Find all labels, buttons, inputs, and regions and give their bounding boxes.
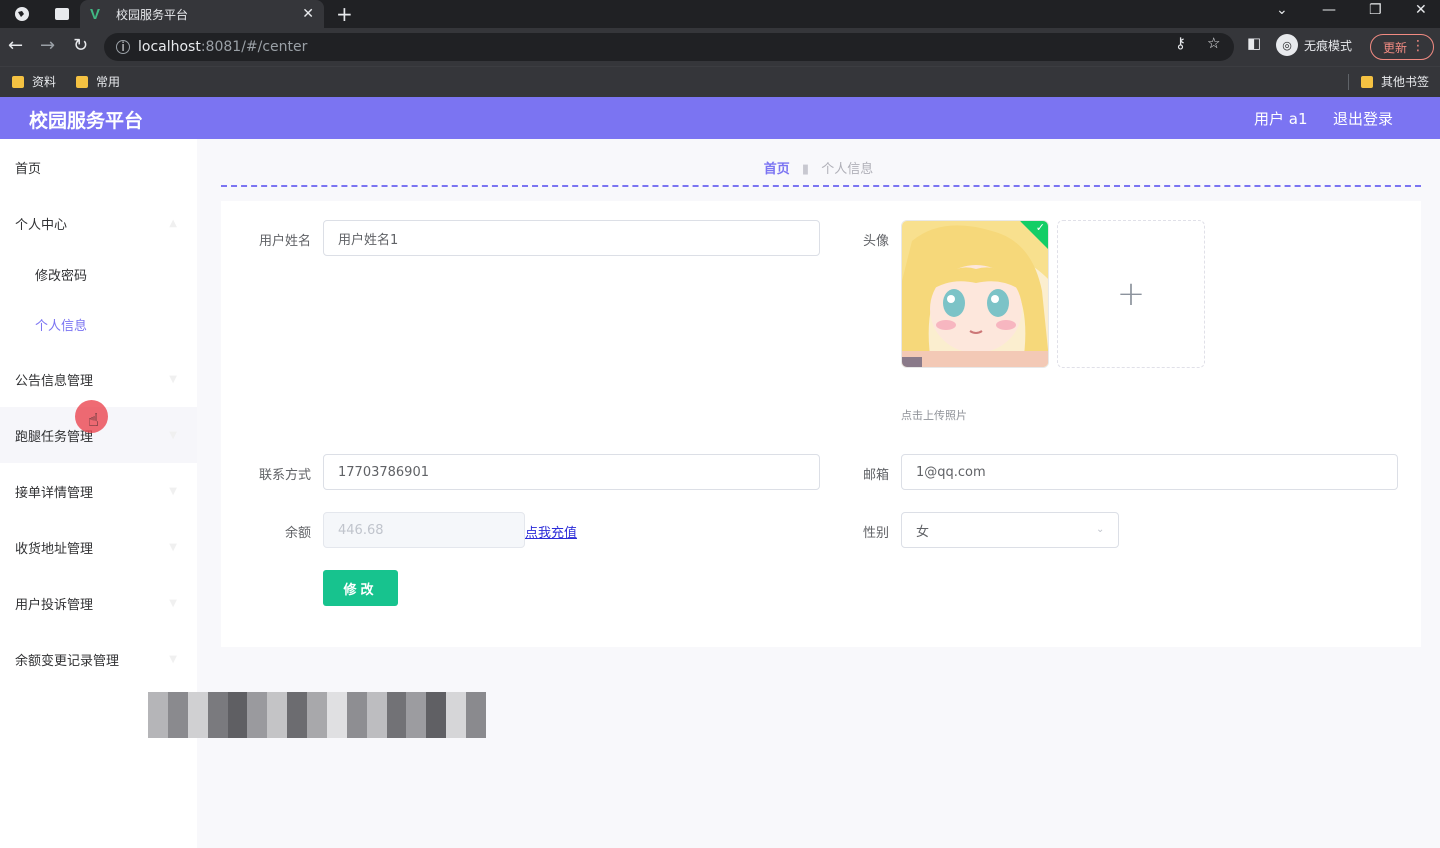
chevron-down-icon: ▼ [169, 541, 177, 553]
close-window-icon[interactable]: ✕ [1415, 2, 1427, 18]
incognito-label: 无痕模式 [1304, 38, 1353, 53]
site-info-icon[interactable]: i [116, 40, 130, 54]
avatar-label: 头像 [862, 234, 889, 249]
app-title: 校园服务平台 [29, 110, 144, 132]
browser-tabbar: V 校园服务平台 ✕ + ⌄ — ❐ ✕ [0, 0, 1440, 28]
restore-icon[interactable]: ❐ [1369, 2, 1382, 18]
sidebar-item-personal-info[interactable]: 个人信息 [0, 299, 197, 349]
sidebar-item-complaints[interactable]: 用户投诉管理 ▼ [0, 575, 197, 631]
chevron-down-icon: ▼ [169, 373, 177, 385]
bookmark-folder-1[interactable]: 资料 [12, 73, 56, 90]
bookmark-star-icon[interactable]: ☆ [1207, 34, 1220, 52]
other-bookmarks-label: 其他书签 [1381, 75, 1430, 89]
globe-icon[interactable] [12, 4, 32, 24]
update-label: 更新 [1383, 40, 1408, 55]
incognito-indicator[interactable]: ◎ 无痕模式 [1276, 34, 1352, 56]
sidebar-item-label: 余额变更记录管理 [15, 653, 120, 669]
close-tab-icon[interactable]: ✕ [302, 6, 314, 22]
app-header: 校园服务平台 用户 a1 退出登录 [0, 97, 1440, 139]
check-icon: ✓ [1035, 221, 1045, 234]
folder-icon [12, 75, 24, 88]
chevron-down-icon: ⌄ [1096, 524, 1105, 535]
bookmark-divider [1348, 74, 1349, 90]
sidebar-item-balance-records[interactable]: 余额变更记录管理 ▼ [0, 631, 197, 687]
bookmarks-bar: 资料 常用 其他书签 [0, 66, 1440, 97]
sidebar-item-label: 用户投诉管理 [15, 597, 94, 613]
sidebar-item-label: 首页 [15, 161, 42, 177]
sidebar-item-order-details[interactable]: 接单详情管理 ▼ [0, 463, 197, 519]
browser-toolbar: ← → ↻ i localhost :8081/#/center ⚷ ☆ ◧ ◎… [0, 28, 1440, 66]
breadcrumb-divider [221, 185, 1421, 187]
logout-button[interactable]: 退出登录 [1333, 108, 1393, 129]
sidebar-item-label: 个人信息 [35, 318, 88, 334]
breadcrumb-separator-icon: ▮ [801, 162, 810, 177]
sidebar-item-label: 收货地址管理 [15, 541, 94, 557]
folder-icon [1361, 75, 1373, 88]
sidebar-item-label: 个人中心 [15, 217, 68, 233]
anime-avatar-image [902, 221, 1048, 367]
url-bar[interactable]: i localhost :8081/#/center [104, 33, 1234, 61]
gender-label: 性别 [862, 526, 889, 541]
breadcrumb: 首页 ▮ 个人信息 [197, 158, 1440, 177]
chevron-down-icon: ▼ [169, 485, 177, 497]
vue-logo-icon: V [90, 5, 101, 23]
upload-avatar-button[interactable]: + [1057, 220, 1205, 368]
more-menu-icon[interactable]: ⋮ [1411, 38, 1425, 54]
username-label: 用户姓名 [258, 234, 311, 249]
url-host: localhost [138, 39, 201, 55]
chevron-down-icon: ▼ [169, 597, 177, 609]
pixelated-overlay [148, 692, 486, 738]
other-bookmarks[interactable]: 其他书签 [1361, 73, 1429, 90]
balance-label: 余额 [284, 526, 311, 541]
bookmark-label: 常用 [96, 75, 121, 89]
incognito-icon: ◎ [1276, 34, 1298, 56]
sidebar-item-label: 接单详情管理 [15, 485, 94, 501]
folder-icon [76, 75, 88, 88]
new-tab-icon[interactable]: + [336, 2, 353, 26]
tab-search-icon[interactable] [52, 4, 72, 24]
sidebar-item-addresses[interactable]: 收货地址管理 ▼ [0, 519, 197, 575]
sidebar-item-change-password[interactable]: 修改密码 [0, 249, 197, 299]
bookmark-folder-2[interactable]: 常用 [76, 73, 120, 90]
breadcrumb-current: 个人信息 [821, 162, 874, 177]
side-panel-icon[interactable]: ◧ [1247, 34, 1261, 52]
balance-input [323, 512, 525, 548]
email-input[interactable] [901, 454, 1398, 490]
key-icon[interactable]: ⚷ [1175, 34, 1186, 52]
plus-icon: + [1116, 274, 1146, 314]
chevron-down-icon: ▼ [169, 429, 177, 441]
url-path: :8081/#/center [200, 39, 308, 55]
sidebar: 首页 个人中心 ▲ 修改密码 个人信息 公告信息管理 ▼ 跑腿任务管理 ▼ 接单详情管… [0, 139, 197, 848]
username-input[interactable] [323, 220, 820, 256]
minimize-icon[interactable]: — [1322, 2, 1336, 18]
avatar-image[interactable]: ✓ [901, 220, 1049, 368]
update-button[interactable]: 更新 ⋮ [1370, 34, 1434, 60]
breadcrumb-home[interactable]: 首页 [764, 162, 790, 177]
reload-icon[interactable]: ↻ [73, 36, 88, 56]
chevron-down-icon: ▼ [169, 653, 177, 665]
current-user: 用户 a1 [1254, 110, 1308, 128]
gender-select[interactable] [901, 512, 1119, 548]
profile-form: 用户姓名 头像 ✓ + [221, 201, 1421, 647]
browser-tab[interactable]: V 校园服务平台 ✕ [80, 0, 324, 28]
back-icon[interactable]: ← [8, 36, 23, 56]
browser-tab-title: 校园服务平台 [116, 7, 189, 22]
email-label: 邮箱 [862, 468, 889, 483]
chevron-up-icon: ▲ [169, 217, 177, 229]
sidebar-item-label: 公告信息管理 [15, 373, 94, 389]
phone-input[interactable] [323, 454, 820, 490]
recharge-link[interactable]: 点我充值 [525, 522, 577, 541]
sidebar-item-home[interactable]: 首页 [0, 139, 197, 195]
tab-list-chevron-icon[interactable]: ⌄ [1276, 2, 1288, 18]
phone-label: 联系方式 [258, 468, 311, 483]
sidebar-item-label: 修改密码 [35, 268, 88, 284]
update-profile-button[interactable]: 修改 [323, 570, 398, 606]
bookmark-label: 资料 [32, 75, 57, 89]
hand-cursor-icon: ☝ [88, 410, 99, 431]
upload-tip: 点击上传照片 [901, 409, 967, 422]
sidebar-item-personal-center[interactable]: 个人中心 ▲ [0, 195, 197, 251]
forward-icon[interactable]: → [40, 36, 55, 56]
sidebar-item-announcements[interactable]: 公告信息管理 ▼ [0, 351, 197, 407]
main-content: 首页 ▮ 个人信息 用户姓名 头像 [197, 139, 1440, 848]
